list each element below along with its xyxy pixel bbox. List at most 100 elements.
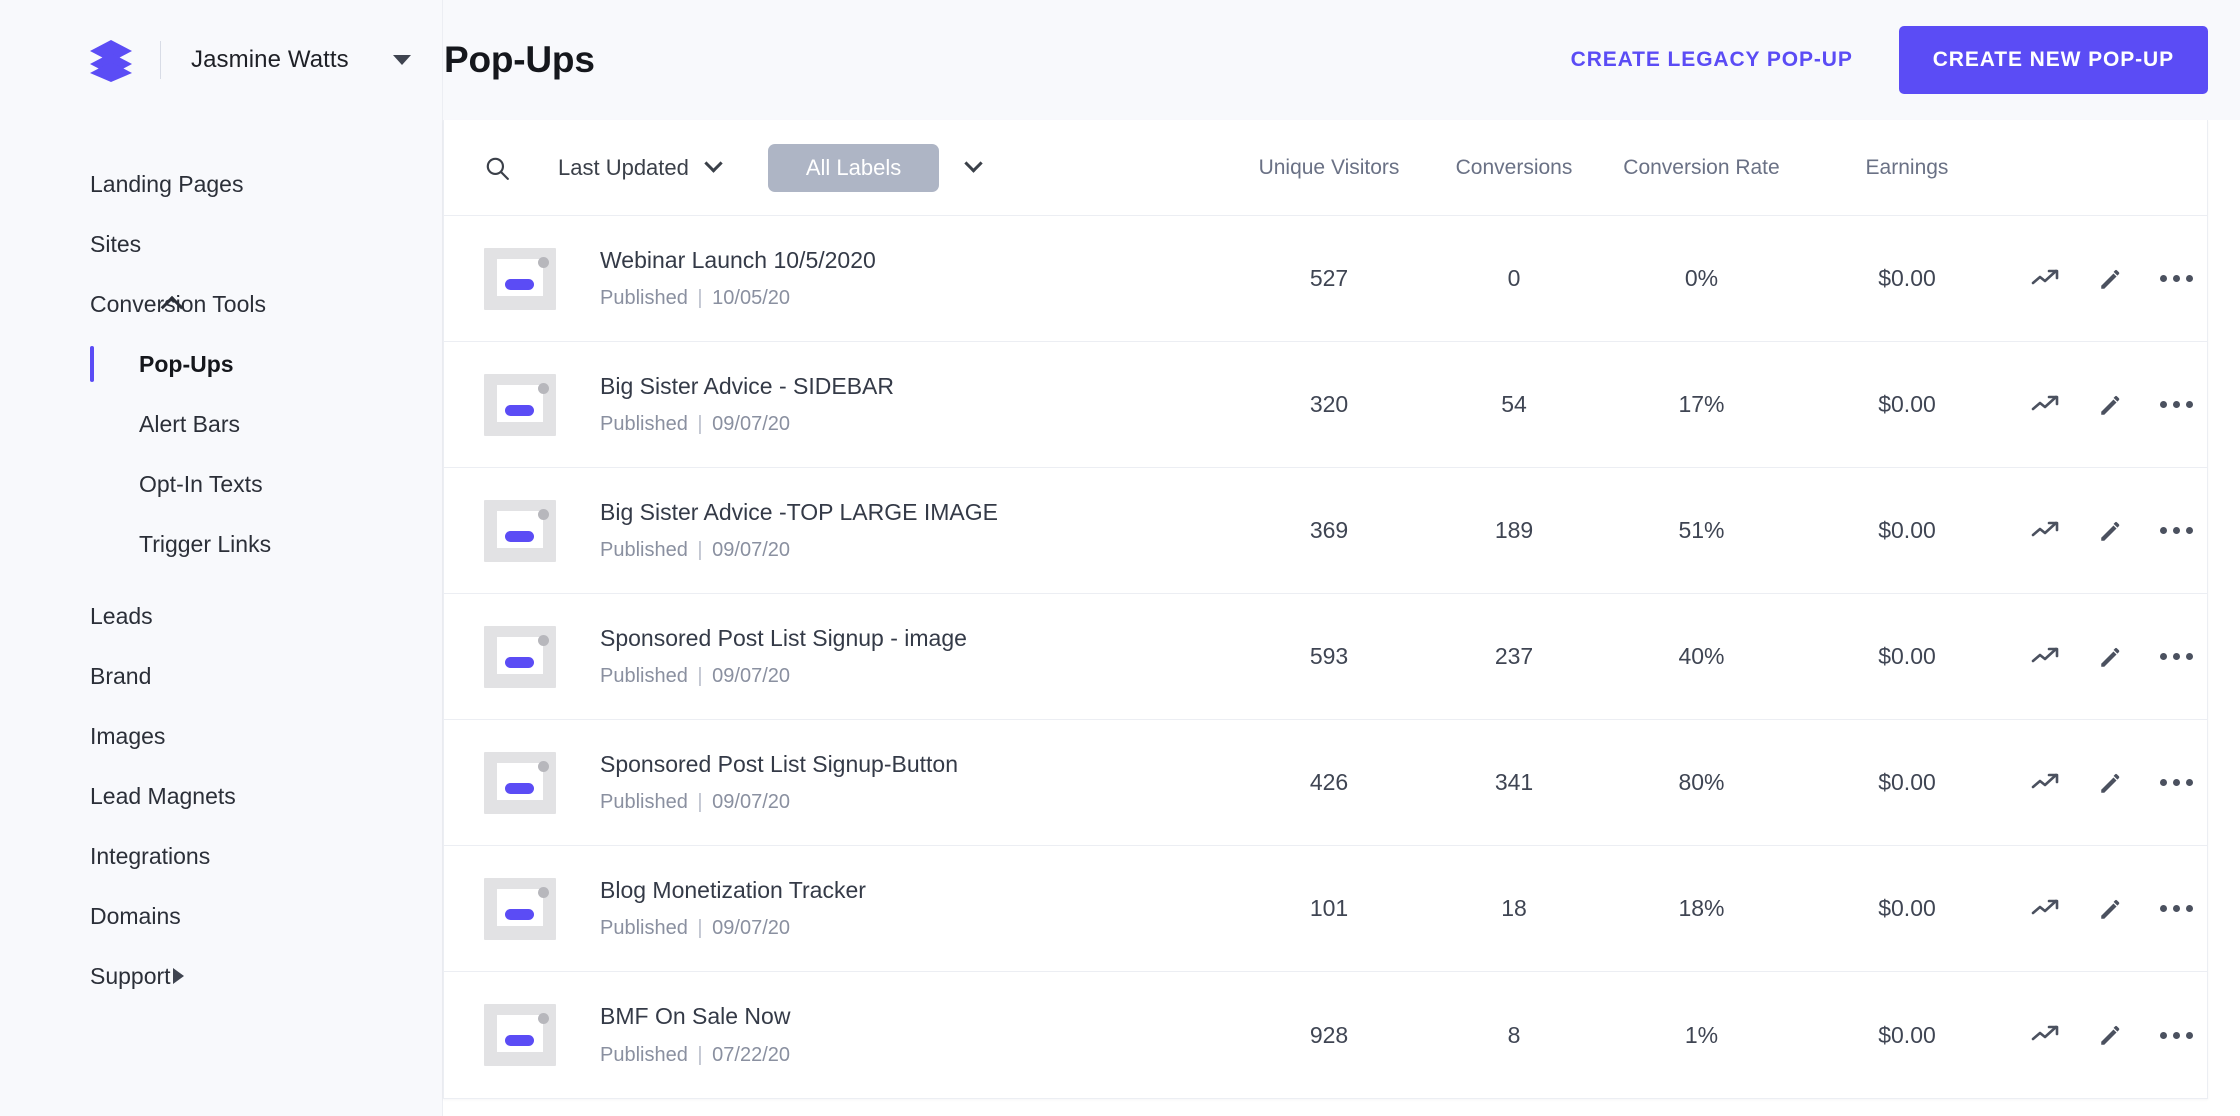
sidebar-item-opt-in-texts[interactable]: Opt-In Texts (0, 454, 442, 514)
stats-button[interactable] (2031, 393, 2061, 417)
sidebar-item-lead-magnets[interactable]: Lead Magnets (0, 766, 442, 826)
popup-status: Published (600, 917, 688, 940)
row-actions (2005, 896, 2207, 922)
cell-unique-visitors: 320 (1309, 391, 1349, 417)
more-options-button[interactable] (2160, 401, 2193, 408)
edit-button[interactable] (2098, 518, 2124, 544)
thumbnail-inner-card (497, 888, 543, 926)
row-metrics: 593 237 40% $0.00 (1224, 643, 2207, 670)
pencil-icon (2100, 1025, 2119, 1045)
cell-conversions: 189 (1494, 517, 1534, 543)
stats-button[interactable] (2031, 1023, 2061, 1047)
popup-thumbnail (484, 499, 556, 562)
edit-button[interactable] (2098, 896, 2124, 922)
more-options-button[interactable] (2160, 653, 2193, 660)
table-row[interactable]: Webinar Launch 10/5/2020 Published | 10/… (444, 216, 2207, 342)
sort-dropdown[interactable]: Last Updated (558, 154, 723, 181)
ellipsis-icon (2160, 275, 2193, 282)
edit-button[interactable] (2098, 770, 2124, 796)
row-info: Big Sister Advice -TOP LARGE IMAGE Publi… (600, 499, 998, 563)
thumbnail-inner-card (497, 1015, 543, 1052)
labels-pill: All Labels (767, 143, 940, 192)
create-new-popup-button[interactable]: CREATE NEW POP-UP (1898, 26, 2208, 94)
header-actions: CREATE LEGACY POP-UP CREATE NEW POP-UP (1561, 26, 2208, 94)
thumbnail-cta-pill (505, 656, 534, 668)
thumbnail-close-dot-icon (538, 508, 549, 520)
edit-button[interactable] (2098, 644, 2124, 670)
cell-earnings: $0.00 (1878, 769, 1936, 795)
table-row[interactable]: Sponsored Post List Signup - image Publi… (444, 594, 2207, 720)
popup-thumbnail (484, 625, 556, 688)
table-row[interactable]: Sponsored Post List Signup-Button Publis… (444, 720, 2207, 846)
more-options-button[interactable] (2160, 527, 2193, 534)
sidebar-item-label: Opt-In Texts (139, 470, 263, 497)
search-icon[interactable] (484, 155, 510, 181)
sidebar-item-domains[interactable]: Domains (0, 886, 442, 946)
row-info: Webinar Launch 10/5/2020 Published | 10/… (600, 247, 876, 311)
thumbnail-close-dot-icon (538, 1013, 549, 1024)
thumbnail-close-dot-icon (538, 886, 549, 898)
thumbnail-inner-card (497, 384, 543, 422)
sidebar-item-label: Leads (90, 602, 153, 629)
sidebar-item-conversion-tools[interactable]: Conversion Tools (0, 274, 442, 334)
sidebar-item-leads[interactable]: Leads (0, 586, 442, 646)
sidebar-item-support[interactable]: Support (0, 946, 442, 1006)
sidebar-item-label: Alert Bars (139, 410, 240, 437)
more-options-button[interactable] (2160, 275, 2193, 282)
edit-button[interactable] (2098, 1022, 2124, 1048)
cell-conversion-rate: 40% (1678, 643, 1725, 669)
popup-meta: Published | 09/07/20 (600, 917, 866, 940)
table-row[interactable]: Big Sister Advice - SIDEBAR Published | … (444, 342, 2207, 468)
caret-down-icon[interactable] (392, 55, 411, 65)
sidebar-item-label: Domains (90, 902, 181, 929)
thumbnail-close-dot-icon (538, 256, 549, 268)
edit-button[interactable] (2098, 392, 2124, 418)
sidebar-item-landing-pages[interactable]: Landing Pages (0, 154, 442, 214)
sidebar-item-trigger-links[interactable]: Trigger Links (0, 514, 442, 574)
sidebar-item-images[interactable]: Images (0, 706, 442, 766)
thumbnail-cta-pill (505, 782, 534, 794)
sidebar-item-label: Images (90, 722, 166, 749)
table-row[interactable]: Blog Monetization Tracker Published | 09… (444, 846, 2207, 972)
brand-row[interactable]: Jasmine Watts (0, 0, 442, 120)
cell-unique-visitors: 527 (1309, 265, 1349, 291)
sidebar-item-pop-ups[interactable]: Pop-Ups (0, 334, 442, 394)
pencil-icon (2100, 773, 2119, 793)
brand-divider (160, 41, 161, 79)
sidebar-item-alert-bars[interactable]: Alert Bars (0, 394, 442, 454)
cell-earnings: $0.00 (1878, 517, 1936, 543)
sidebar-item-label: Integrations (90, 842, 211, 869)
labels-dropdown[interactable]: All Labels (767, 143, 983, 192)
create-legacy-popup-button[interactable]: CREATE LEGACY POP-UP (1561, 36, 1863, 84)
popups-table: Webinar Launch 10/5/2020 Published | 10/… (444, 216, 2207, 1098)
stats-button[interactable] (2031, 645, 2061, 669)
stats-button[interactable] (2031, 519, 2061, 543)
trending-up-icon (2031, 773, 2059, 788)
trending-up-icon (2031, 899, 2059, 914)
popup-date: 09/07/20 (712, 791, 791, 814)
edit-button[interactable] (2098, 266, 2124, 292)
table-row[interactable]: BMF On Sale Now Published | 07/22/20 928… (444, 972, 2207, 1098)
sidebar-item-brand[interactable]: Brand (0, 646, 442, 706)
popup-title: Webinar Launch 10/5/2020 (600, 246, 876, 273)
sidebar-item-integrations[interactable]: Integrations (0, 826, 442, 886)
stats-button[interactable] (2031, 771, 2061, 795)
meta-separator: | (697, 665, 703, 688)
page-title: Pop-Ups (444, 39, 595, 80)
table-row[interactable]: Big Sister Advice -TOP LARGE IMAGE Publi… (444, 468, 2207, 594)
row-metrics: 369 189 51% $0.00 (1224, 517, 2207, 544)
stats-button[interactable] (2031, 897, 2061, 921)
pencil-icon (2100, 395, 2119, 415)
more-options-button[interactable] (2160, 905, 2193, 912)
more-options-button[interactable] (2160, 1031, 2193, 1039)
sidebar-item-sites[interactable]: Sites (0, 214, 442, 274)
more-options-button[interactable] (2160, 779, 2193, 786)
trending-up-icon (2031, 1025, 2059, 1041)
popup-date: 09/07/20 (712, 413, 791, 436)
sidebar-item-label: Lead Magnets (90, 782, 236, 809)
popup-status: Published (600, 665, 688, 688)
cell-conversion-rate: 80% (1678, 769, 1725, 795)
popup-meta: Published | 09/07/20 (600, 791, 958, 814)
stats-button[interactable] (2031, 267, 2061, 291)
cell-conversions: 8 (1507, 1021, 1521, 1048)
